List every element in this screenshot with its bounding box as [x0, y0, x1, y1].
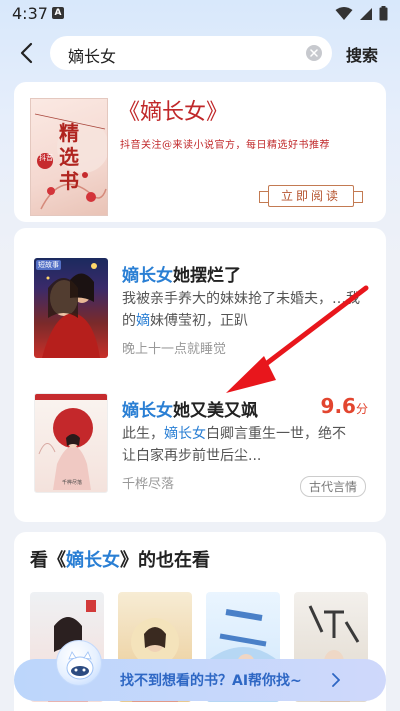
book-description-line: 让白家再步前世后尘...	[122, 448, 262, 464]
list-item[interactable]: 短故事 嫡长女她摆烂了 我被亲手养大的妹妹抢了未婚夫，…我 的嫡妹傅莹初，正趴 …	[14, 258, 386, 378]
promo-cover-tag: 抖音	[39, 154, 53, 162]
status-time: 4:37	[12, 4, 48, 23]
search-input[interactable]: 嫡长女	[50, 36, 332, 70]
clear-search-button[interactable]	[306, 45, 322, 61]
book-title-highlight: 嫡长女	[122, 266, 173, 286]
status-icons	[335, 6, 388, 21]
chevron-left-icon	[20, 42, 33, 64]
book-author: 晚上十一点就睡觉	[122, 342, 227, 357]
promo-cover-text: 精选书	[59, 121, 79, 193]
book-title-rest: 她又美又飒	[173, 401, 258, 421]
book-title-highlight: 嫡长女	[122, 401, 173, 421]
also-title-post: 》的也在看	[120, 550, 210, 571]
search-button[interactable]: 搜索	[346, 42, 378, 66]
signal-icon	[360, 7, 372, 20]
book-title-rest: 她摆烂了	[173, 266, 241, 286]
desc-highlight: 嫡长女	[164, 426, 206, 442]
desc-highlight: 嫡	[136, 313, 150, 329]
book-cover-badge: 短故事	[36, 260, 61, 270]
desc-text: 的	[122, 313, 136, 329]
promo-title: 《嫡长女》	[118, 100, 229, 125]
desc-text: 白卿言重生一世，绝不	[206, 426, 346, 442]
book-description-line: 的嫡妹傅莹初，正趴	[122, 310, 370, 332]
search-query: 嫡长女	[68, 47, 117, 66]
book-cover: 千桦尽落	[34, 393, 108, 493]
book-description: 我被亲手养大的妹妹抢了未婚夫，…我 的嫡妹傅莹初，正趴	[122, 288, 370, 332]
book-score-unit: 分	[355, 402, 368, 416]
book-description-line: 此生，嫡长女白卿言重生一世，绝不	[122, 423, 370, 445]
wifi-icon	[335, 6, 353, 20]
book-cover: 短故事	[34, 258, 108, 358]
read-now-button[interactable]: 立即阅读	[259, 185, 363, 207]
genre-tag[interactable]: 古代言情	[299, 476, 366, 497]
list-item[interactable]: 千桦尽落 嫡长女她又美又飒 9.6分 此生，嫡长女白卿言重生一世，绝不 让白家再…	[14, 393, 386, 513]
book-score-value: 9.6	[320, 394, 356, 418]
desc-text: 此生，	[122, 426, 164, 442]
book-author: 千桦尽落	[122, 477, 175, 492]
promo-cover-image: 抖音 精选书	[30, 98, 108, 216]
book-description: 此生，嫡长女白卿言重生一世，绝不 让白家再步前世后尘...	[122, 423, 370, 467]
book-description-line: 我被亲手养大的妹妹抢了未婚夫，…我	[122, 291, 360, 307]
ai-banner-text: 找不到想看的书？AI帮你找~	[120, 673, 302, 689]
close-icon	[310, 49, 318, 57]
book-score: 9.6分	[321, 394, 368, 418]
back-button[interactable]	[14, 40, 38, 66]
ai-mascot-icon[interactable]	[56, 640, 102, 686]
also-title-pre: 看《	[30, 550, 66, 571]
book-title[interactable]: 嫡长女她又美又飒	[122, 396, 258, 421]
svg-text:千桦尽落: 千桦尽落	[62, 479, 82, 486]
notification-icon: A	[52, 7, 64, 19]
book-title[interactable]: 嫡长女她摆烂了	[122, 261, 241, 286]
promo-banner[interactable]: 抖音 精选书 《嫡长女》 抖音关注@来读小说官方，每日精选好书推荐 立即阅读	[14, 82, 386, 222]
status-bar: 4:37 A	[0, 0, 400, 28]
also-title-highlight: 嫡长女	[66, 550, 120, 571]
also-watching-title: 看《嫡长女》的也在看	[30, 546, 210, 572]
desc-text: 妹傅莹初，正趴	[150, 313, 248, 329]
search-results-list: 短故事 嫡长女她摆烂了 我被亲手养大的妹妹抢了未婚夫，…我 的嫡妹傅莹初，正趴 …	[14, 228, 386, 522]
chevron-right-icon	[332, 673, 340, 687]
battery-icon	[379, 6, 388, 21]
promo-subtitle: 抖音关注@来读小说官方，每日精选好书推荐	[120, 140, 330, 151]
